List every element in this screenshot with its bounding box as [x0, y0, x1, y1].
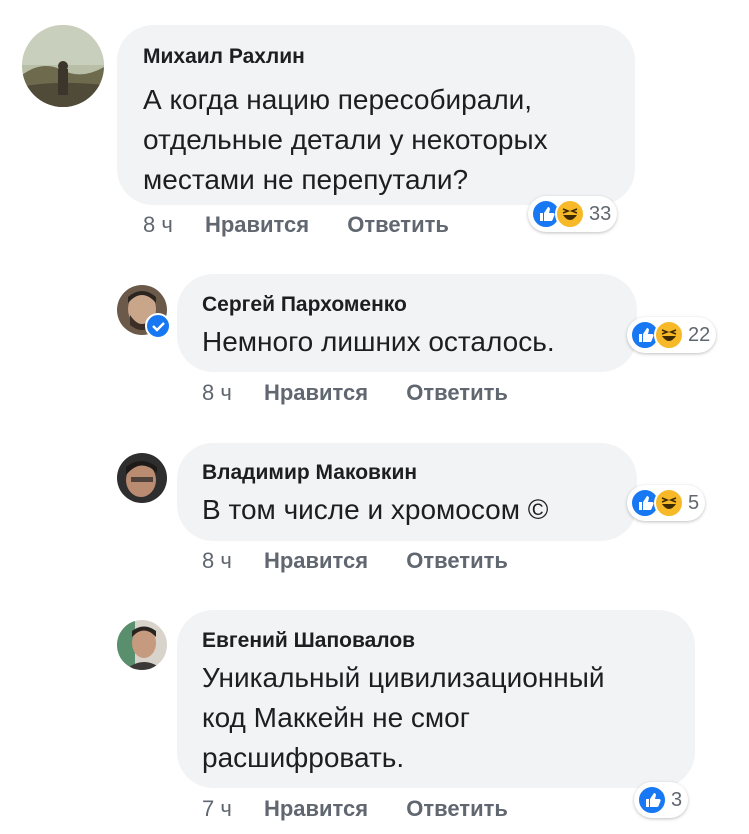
haha-icon [555, 199, 585, 229]
reply-link[interactable]: Ответить [406, 380, 508, 405]
avatar[interactable] [117, 620, 167, 670]
haha-icon [654, 320, 684, 350]
reaction-count: 3 [671, 788, 683, 811]
reactions-summary[interactable]: 3 [634, 782, 689, 818]
reactions-summary[interactable]: 33 [528, 196, 618, 232]
verified-badge-icon [145, 313, 171, 339]
like-link[interactable]: Нравится [264, 796, 368, 821]
like-link[interactable]: Нравится [205, 212, 309, 237]
comment-text-line: В том числе и хромосом © [202, 494, 549, 525]
comment-text-line: отдельные детали у некоторых [143, 124, 548, 155]
comment-author[interactable]: Сергей Пархоменко [202, 293, 407, 317]
comment-actions: 7 ч Нравится Ответить [202, 796, 508, 822]
reactions-summary[interactable]: 22 [627, 317, 717, 353]
reaction-count: 5 [688, 491, 700, 514]
haha-icon [654, 488, 684, 518]
like-link[interactable]: Нравится [264, 380, 368, 405]
comment-timestamp[interactable]: 7 ч [202, 796, 232, 821]
comment-author[interactable]: Владимир Маковкин [202, 461, 417, 485]
avatar[interactable] [22, 25, 104, 107]
comment-author[interactable]: Михаил Рахлин [143, 45, 305, 69]
reaction-count: 22 [688, 323, 711, 346]
reactions-summary[interactable]: 5 [627, 485, 706, 521]
comment-timestamp[interactable]: 8 ч [202, 548, 232, 573]
comment-text-line: Уникальный цивилизационный [202, 662, 605, 693]
comment-actions: 8 ч Нравится Ответить [202, 548, 508, 574]
comment-text-line: местами не перепутали? [143, 164, 469, 195]
like-icon [637, 785, 667, 815]
comment-text-line: код Маккейн не смог [202, 702, 470, 733]
like-link[interactable]: Нравится [264, 548, 368, 573]
avatar[interactable] [117, 453, 167, 503]
reply-link[interactable]: Ответить [406, 548, 508, 573]
comment-text-line: А когда нацию пересобирали, [143, 84, 533, 115]
reaction-count: 33 [589, 202, 612, 225]
comment-timestamp[interactable]: 8 ч [202, 380, 232, 405]
comment-text-line: расшифровать. [202, 742, 405, 773]
comment-text-line: Немного лишних осталось. [202, 326, 555, 357]
comment-actions: 8 ч Нравится Ответить [202, 380, 508, 406]
comment-author[interactable]: Евгений Шаповалов [202, 629, 415, 653]
reply-link[interactable]: Ответить [347, 212, 449, 237]
comment-actions: 8 ч Нравится Ответить [143, 212, 449, 238]
comment-timestamp[interactable]: 8 ч [143, 212, 173, 237]
reply-link[interactable]: Ответить [406, 796, 508, 821]
